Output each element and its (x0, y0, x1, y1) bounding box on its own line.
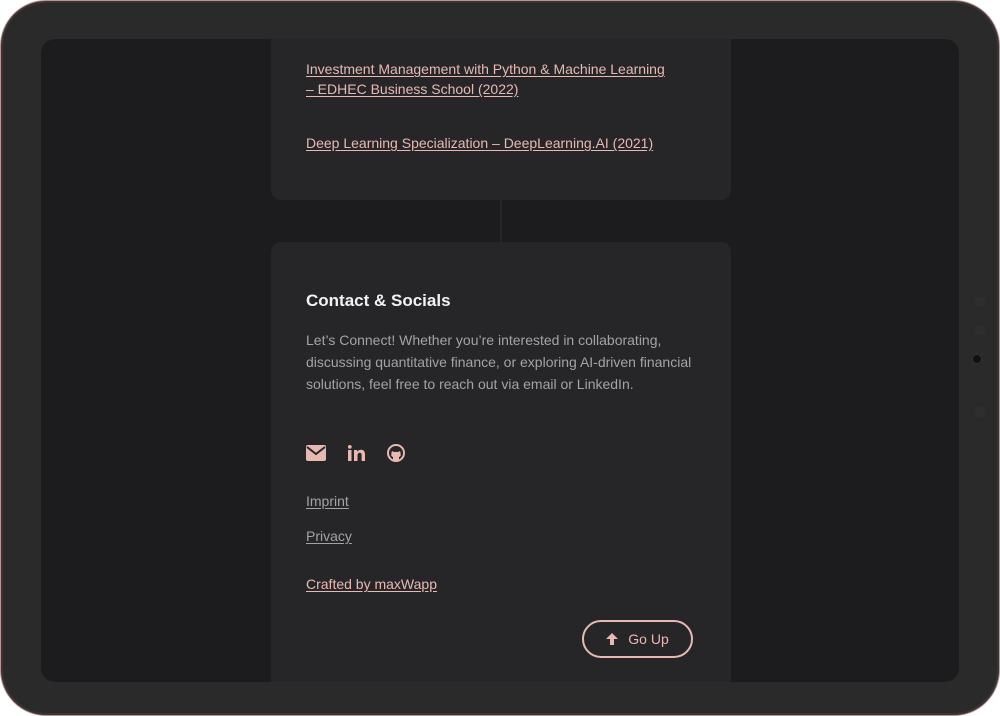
linkedin-icon[interactable] (346, 443, 366, 463)
go-up-label: Go Up (628, 631, 669, 647)
side-button (975, 325, 985, 335)
imprint-link[interactable]: Imprint (306, 493, 349, 509)
timeline-connector (500, 200, 502, 242)
side-button (975, 297, 985, 307)
education-link[interactable]: Deep Learning Specialization – DeepLearn… (306, 133, 706, 153)
github-icon[interactable] (386, 443, 406, 463)
crafted-by-link[interactable]: Crafted by maxWapp (306, 576, 437, 592)
education-link[interactable]: Investment Management with Python & Mach… (306, 59, 666, 99)
arrow-up-icon (606, 633, 619, 645)
camera (973, 355, 981, 363)
privacy-link[interactable]: Privacy (306, 528, 352, 544)
email-icon[interactable] (306, 443, 326, 463)
education-card: Investment Management with Python & Mach… (271, 39, 731, 200)
go-up-button[interactable]: Go Up (582, 620, 693, 658)
screen[interactable]: Investment Management with Python & Mach… (41, 39, 959, 682)
social-icons (306, 443, 406, 463)
contact-title: Contact & Socials (306, 291, 451, 310)
tablet-frame: Investment Management with Python & Mach… (0, 0, 1000, 716)
contact-card: Contact & Socials Let’s Connect! Whether… (271, 242, 731, 682)
side-button (975, 407, 985, 417)
contact-text: Let’s Connect! Whether you’re interested… (306, 332, 692, 392)
